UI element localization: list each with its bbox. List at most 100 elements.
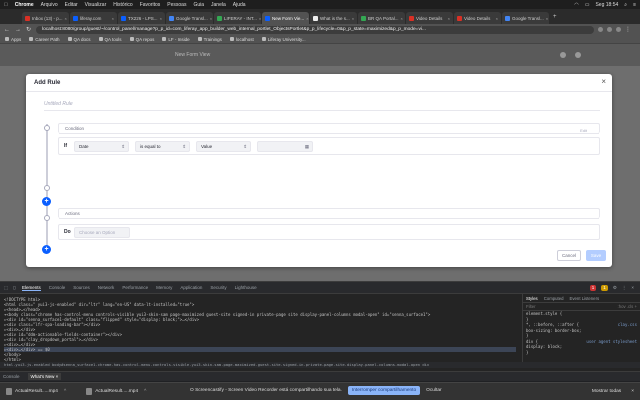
filter-actions[interactable]: :hov .cls + <box>618 303 640 310</box>
styles-filter-input[interactable]: Filter :hov .cls + <box>523 303 640 311</box>
browser-tab[interactable]: Video Details × <box>406 12 453 24</box>
menu-editar[interactable]: Editar <box>65 2 78 8</box>
extension-icon[interactable] <box>607 27 612 32</box>
menu-visualizar[interactable]: Visualizar <box>85 2 107 8</box>
close-tab-icon[interactable]: × <box>446 16 450 21</box>
devtools-tab[interactable]: Elements <box>22 285 41 291</box>
close-tab-icon[interactable]: × <box>208 16 212 21</box>
close-tab-icon[interactable]: × <box>110 16 114 21</box>
warning-badge[interactable]: 1 <box>601 284 608 291</box>
tab-computed[interactable]: Computed <box>544 296 564 301</box>
download-item[interactable]: ActualResult.....mp4 ^ <box>6 388 66 395</box>
devtools-tab[interactable]: Network <box>98 285 115 291</box>
devtools-tab[interactable]: Lighthouse <box>235 285 257 291</box>
close-downloads-button[interactable]: × <box>631 389 634 394</box>
close-tab-icon[interactable]: × <box>63 16 67 21</box>
menu-guia[interactable]: Guia <box>193 2 204 8</box>
date-value-input[interactable]: ▦ <box>257 141 313 152</box>
extension-icon[interactable] <box>598 27 603 32</box>
cancel-button[interactable]: Cancel <box>557 250 581 261</box>
bookmark-item[interactable]: Apps <box>5 37 21 42</box>
bookmark-item[interactable]: LF - Inside <box>162 37 190 42</box>
bookmark-item[interactable]: Liferay University... <box>261 37 306 42</box>
profile-avatar[interactable] <box>616 27 621 32</box>
condition-field-select[interactable]: Date ⇕ <box>74 141 129 152</box>
browser-tab[interactable]: BR QA Portal... × <box>358 12 405 24</box>
search-icon[interactable]: ⌕ <box>624 2 627 8</box>
battery-icon[interactable]: ▭ <box>585 2 590 8</box>
close-tab-icon[interactable]: × <box>304 16 308 21</box>
close-tab-icon[interactable]: × <box>494 16 498 21</box>
user-icon[interactable] <box>560 52 566 58</box>
more-icon[interactable]: ⋮ <box>622 285 627 291</box>
condition-operator-select[interactable]: is equal to ⇕ <box>135 141 190 152</box>
close-tab-icon[interactable]: × <box>399 16 403 21</box>
bookmark-item[interactable]: Trainings <box>197 37 222 42</box>
dom-breadcrumb[interactable]: html.yui3-js-enabled body#senna_surface1… <box>0 362 640 368</box>
drawer-tab-console[interactable]: Console <box>3 374 20 379</box>
show-all-downloads-button[interactable]: Mostrar todas <box>592 389 621 394</box>
chevron-up-icon[interactable]: ^ <box>144 389 146 394</box>
browser-tab[interactable]: What is the s... × <box>310 12 357 24</box>
menu-app-name[interactable]: Chrome <box>15 2 34 8</box>
browser-tab[interactable]: TX226 - LPS... × <box>118 12 165 24</box>
browser-tab[interactable]: New Form Vie... × <box>262 12 309 24</box>
close-tab-icon[interactable]: × <box>350 16 354 21</box>
add-condition-button[interactable]: + <box>42 197 51 206</box>
browser-menu-icon[interactable]: ⋮ <box>625 26 631 33</box>
add-action-button[interactable]: + <box>42 245 51 254</box>
browser-tab[interactable]: Inbox (13) - p... × <box>22 12 69 24</box>
apple-icon[interactable]:  <box>4 2 8 8</box>
elements-tree[interactable]: <!DOCTYPE html> <html class=" yui3-js-ena… <box>0 294 520 362</box>
condition-value-type-select[interactable]: Value ⇕ <box>196 141 251 152</box>
style-source-link[interactable]: user agent stylesheet <box>586 339 640 345</box>
close-icon[interactable]: × <box>631 285 634 291</box>
bookmark-item[interactable]: Career Path <box>29 37 60 42</box>
close-tab-icon[interactable]: × <box>257 16 261 21</box>
browser-tab[interactable]: Video Details × <box>454 12 501 24</box>
menu-ajuda[interactable]: Ajuda <box>233 2 246 8</box>
calendar-icon[interactable]: ▦ <box>305 142 309 151</box>
bookmark-item[interactable]: QA docs <box>67 37 91 42</box>
browser-tab[interactable]: Google Transl... × <box>166 12 213 24</box>
menu-arquivo[interactable]: Arquivo <box>41 2 58 8</box>
menu-clock[interactable]: Seg 18:54 <box>595 2 618 8</box>
back-icon[interactable]: ← <box>4 27 10 33</box>
reload-icon[interactable]: ↻ <box>26 26 31 33</box>
rule-name-input[interactable]: Untitled Rule <box>44 101 73 107</box>
chevron-up-icon[interactable]: ^ <box>64 389 66 394</box>
menu-list-icon[interactable]: ≡ <box>633 2 636 8</box>
new-tab-icon[interactable]: + <box>553 14 557 20</box>
devtools-tab[interactable]: Console <box>49 285 66 291</box>
devtools-tab[interactable]: Sources <box>73 285 90 291</box>
browser-tab[interactable]: Google Transl... × <box>502 12 549 24</box>
hide-share-button[interactable]: Ocultar <box>426 388 441 393</box>
menu-janela[interactable]: Janela <box>211 2 226 8</box>
menu-pessoas[interactable]: Pessoas <box>167 2 186 8</box>
devtools-tab[interactable]: Memory <box>156 285 172 291</box>
bookmark-item[interactable]: QA repos <box>129 37 154 42</box>
wifi-icon[interactable]: ◠ <box>574 2 578 8</box>
save-button[interactable]: Save <box>586 250 606 261</box>
bookmark-item[interactable]: localhost <box>229 37 254 42</box>
browser-tab[interactable]: LIFERAY - INT... × <box>214 12 261 24</box>
menu-historico[interactable]: Histórico <box>113 2 132 8</box>
error-badge[interactable]: 1 <box>589 284 597 291</box>
close-icon[interactable]: × <box>601 78 606 86</box>
stop-sharing-button[interactable]: Interromper compartilhamento <box>347 386 421 395</box>
edit-condition-button[interactable]: Edit <box>580 126 587 136</box>
download-item[interactable]: ActualResult.....mp4 ^ <box>86 388 146 395</box>
inspect-icon[interactable]: ⬚ <box>4 285 9 290</box>
forward-icon[interactable]: → <box>15 27 21 33</box>
action-select[interactable]: Choose an Option <box>74 227 130 238</box>
menu-favoritos[interactable]: Favoritos <box>140 2 161 8</box>
devtools-tab[interactable]: Security <box>210 285 226 291</box>
gear-icon[interactable]: ⚙ <box>613 285 617 291</box>
browser-tab[interactable]: liferay.com × <box>70 12 117 24</box>
drawer-tab-whats-new[interactable]: What's New × <box>27 373 62 380</box>
devtools-tab[interactable]: Performance <box>122 285 148 291</box>
close-tab-icon[interactable]: × <box>158 16 162 21</box>
devtools-tab[interactable]: Application <box>180 285 202 291</box>
bookmark-item[interactable]: QA tools <box>98 37 122 42</box>
tab-event-listeners[interactable]: Event Listeners <box>570 296 600 301</box>
